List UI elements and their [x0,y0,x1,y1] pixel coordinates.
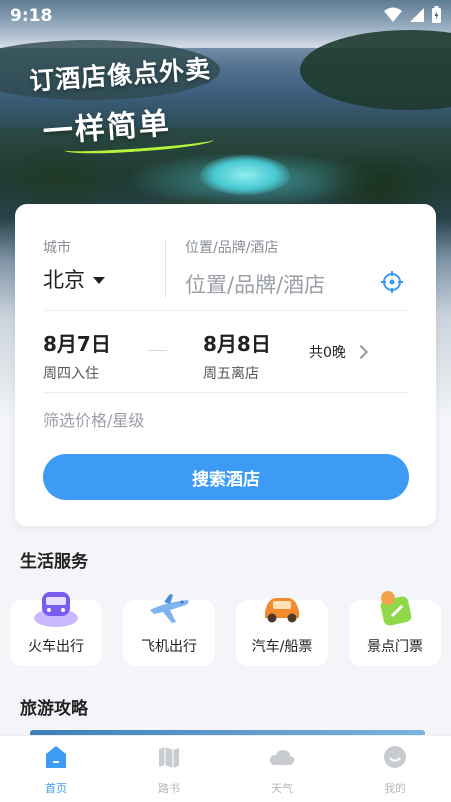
service-label: 火车出行 [28,639,84,655]
checkout-date-picker[interactable]: 8月8日 周五离店 [203,328,271,383]
divider [43,392,408,393]
checkout-date: 8月8日 [203,332,271,356]
plane-icon [150,594,189,623]
service-car[interactable]: 汽车/船票 [236,598,328,666]
nights-selector[interactable]: 共0晚 [309,342,368,362]
date-separator [147,350,167,351]
caret-down-icon [93,276,105,284]
nav-home[interactable]: 首页 [16,744,96,796]
map-icon [159,747,179,768]
status-time: 9:18 [10,6,53,26]
signal-icon [410,7,424,22]
battery-icon [432,6,441,23]
nav-label: 我的 [384,782,406,795]
home-icon [46,746,66,768]
cloud-icon [270,749,295,765]
ticket-icon [380,591,412,626]
locate-icon[interactable] [380,270,404,294]
status-icons [384,6,441,23]
chevron-right-icon [353,344,368,360]
service-plane[interactable]: 飞机出行 [123,594,215,666]
service-train[interactable]: 火车出行 [10,592,102,666]
checkin-sub: 周四入住 [43,366,99,382]
city-value: 北京 [43,268,85,292]
nav-weather[interactable]: 天气 [242,744,322,796]
nights-count: 共0晚 [309,345,346,361]
hero-pool [200,155,290,195]
location-input[interactable]: 位置/品牌/酒店 [185,269,325,299]
nav-label: 路书 [158,782,180,795]
life-services-grid: 火车出行 飞机出行 汽车/船票 景点门票 [10,591,442,668]
checkout-sub: 周五离店 [203,366,259,382]
city-label: 城市 [43,240,71,256]
life-services-title: 生活服务 [20,552,88,572]
car-icon [265,598,299,623]
profile-icon [384,746,406,768]
hero-slogan: 订酒店像点外卖 一样简单 [28,49,216,158]
hotel-search-card: 城市 北京 位置/品牌/酒店 位置/品牌/酒店 8月7日 周四入住 8月8日 周… [15,204,436,526]
train-icon [34,592,78,627]
nav-label: 首页 [45,782,67,795]
bottom-nav: 首页 路书 天气 我的 [0,735,451,802]
nav-label: 天气 [271,782,293,795]
nav-roadbook[interactable]: 路书 [129,744,209,796]
divider [165,240,166,298]
city-selector[interactable]: 北京 [43,264,105,294]
checkin-date: 8月7日 [43,332,111,356]
service-ticket[interactable]: 景点门票 [349,591,441,666]
status-bar: 9:18 [0,0,451,32]
service-label: 飞机出行 [141,639,197,655]
location-label: 位置/品牌/酒店 [185,240,279,256]
service-label: 景点门票 [367,639,423,655]
wifi-icon [384,7,402,22]
service-label: 汽车/船票 [251,639,313,655]
divider [43,310,408,311]
nav-profile[interactable]: 我的 [355,744,435,796]
checkin-date-picker[interactable]: 8月7日 周四入住 [43,328,111,383]
search-hotel-button[interactable]: 搜索酒店 [43,454,409,500]
travel-guides-title: 旅游攻略 [20,699,88,719]
price-star-filter[interactable]: 筛选价格/星级 [43,407,144,431]
